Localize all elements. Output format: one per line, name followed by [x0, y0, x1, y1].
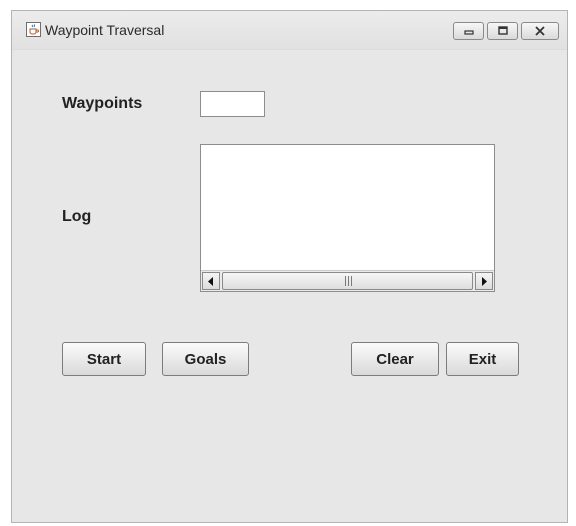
log-label: Log: [62, 208, 92, 225]
goals-button[interactable]: Goals: [162, 342, 249, 376]
log-content[interactable]: [201, 145, 494, 270]
title-bar[interactable]: Waypoint Traversal: [12, 11, 567, 50]
scroll-left-button[interactable]: [202, 272, 220, 290]
horizontal-scrollbar[interactable]: [201, 270, 494, 291]
minimize-icon: [460, 25, 477, 37]
clear-button[interactable]: Clear: [351, 342, 439, 376]
log-text-area[interactable]: [200, 144, 495, 292]
app-window: Waypoint Traversal Waypoints Log Start G…: [11, 10, 568, 523]
window-title: Waypoint Traversal: [45, 22, 165, 38]
grip-icon: [344, 276, 352, 286]
java-cup-icon: [26, 22, 41, 37]
arrow-left-icon: [208, 277, 213, 286]
maximize-button[interactable]: [487, 22, 518, 40]
exit-button[interactable]: Exit: [446, 342, 519, 376]
maximize-icon: [494, 25, 511, 37]
waypoints-label: Waypoints: [62, 95, 143, 112]
close-icon: [528, 25, 552, 37]
minimize-button[interactable]: [453, 22, 484, 40]
arrow-right-icon: [482, 277, 487, 286]
scroll-thumb[interactable]: [222, 272, 473, 290]
close-button[interactable]: [521, 22, 559, 40]
waypoints-input[interactable]: [200, 91, 265, 117]
start-button[interactable]: Start: [62, 342, 146, 376]
scroll-right-button[interactable]: [475, 272, 493, 290]
